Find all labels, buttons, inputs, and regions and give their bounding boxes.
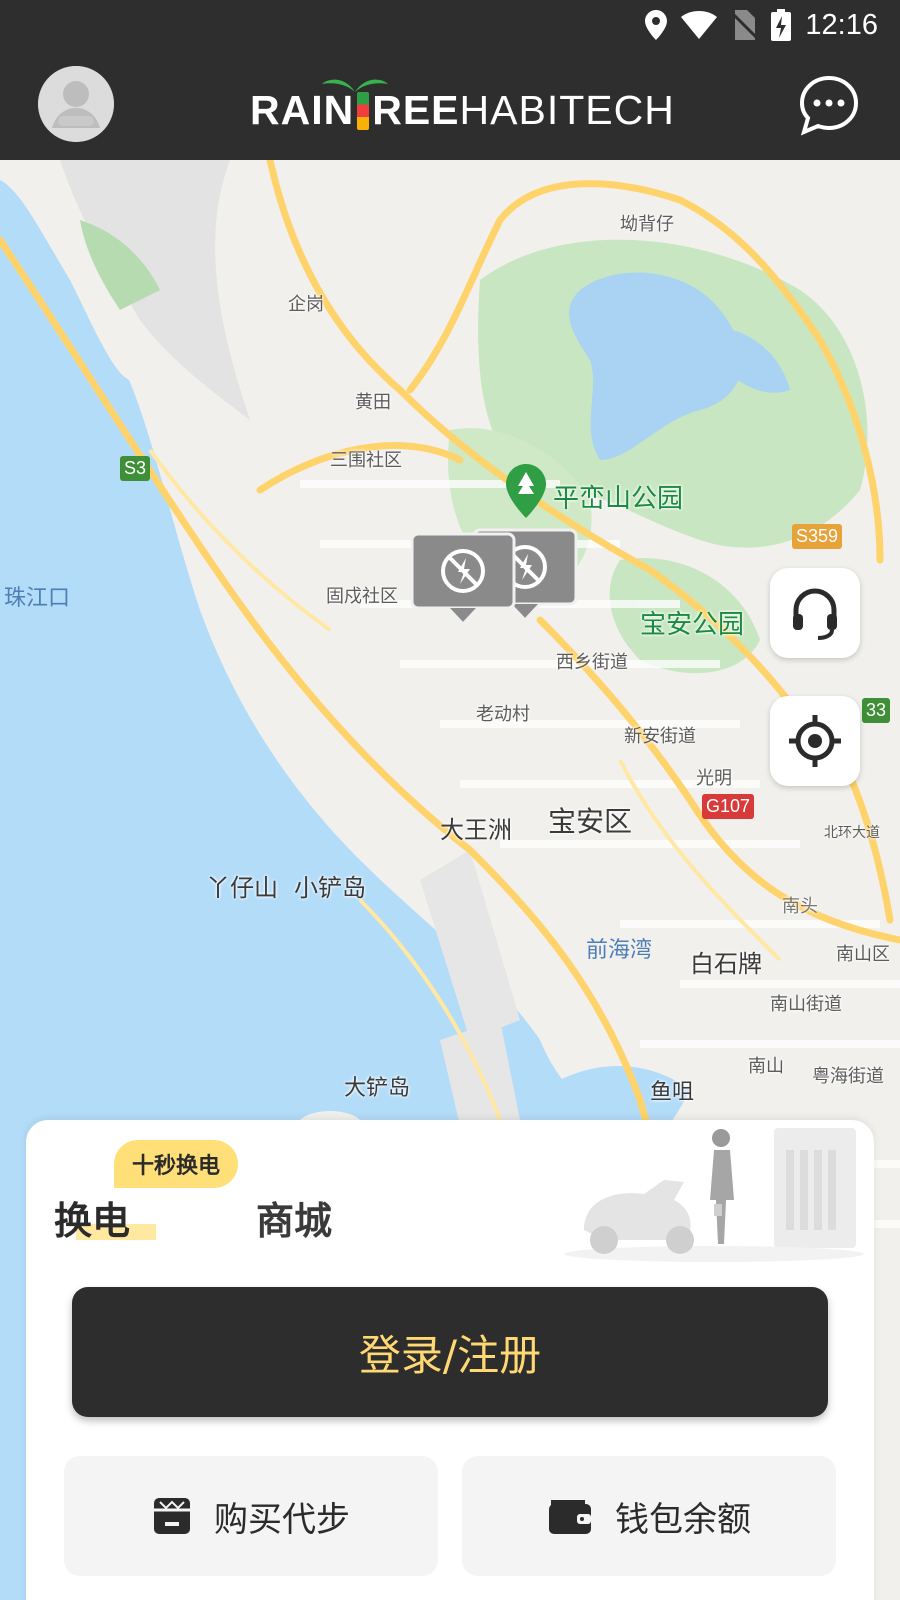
tab-battery-swap[interactable]: 换电: [54, 1190, 130, 1245]
wifi-icon: [681, 11, 718, 39]
wallet-balance-button[interactable]: 钱包余额: [462, 1456, 836, 1576]
road-badge: S359: [792, 524, 843, 549]
map-label: 前海湾: [586, 938, 653, 963]
avatar-icon: [38, 66, 114, 142]
locate-me-button[interactable]: [770, 696, 860, 786]
tab-mall[interactable]: 商城: [256, 1190, 332, 1245]
scooter-illustration: [564, 1128, 864, 1262]
no-sim-icon: [731, 10, 758, 40]
app-screen: 12:16 RAIN REE HABITECH 坳背仔 企岗 黄田 三围社区 平…: [0, 0, 900, 1600]
map-label: 南山: [748, 1056, 784, 1077]
map-label: 南山区: [836, 944, 890, 965]
map-label: 白石牌: [690, 950, 762, 978]
station-pin-icon: [410, 532, 516, 626]
map-label: 粤海街道: [812, 1066, 884, 1087]
station-pin[interactable]: [408, 530, 518, 626]
map-label: 大王洲: [440, 816, 512, 844]
map-label: 固戍社区: [326, 586, 398, 607]
login-register-button[interactable]: 登录/注册: [72, 1287, 828, 1417]
buy-scooter-label: 购买代步: [214, 1499, 350, 1540]
road-badge: 33: [862, 698, 891, 723]
map-label: 南山街道: [770, 994, 842, 1015]
map-label: 大铲岛: [344, 1076, 411, 1101]
map-label: 南头: [782, 896, 818, 917]
crosshair-icon: [789, 715, 841, 767]
brand-part-3: HABITECH: [459, 87, 675, 133]
avatar[interactable]: [38, 66, 114, 142]
status-time: 12:16: [805, 8, 878, 41]
brand-part-1: RAIN: [250, 87, 355, 133]
map-label: 小铲岛: [294, 874, 366, 902]
promo-badge: 十秒换电: [114, 1140, 239, 1188]
brand-part-2: REE: [372, 87, 460, 133]
battery-charging-icon: [771, 9, 792, 41]
map-label: 坳背仔: [620, 214, 674, 235]
leaf-icon: [322, 79, 388, 92]
wallet-balance-label: 钱包余额: [615, 1499, 751, 1540]
tab-battery-swap-label: 换电: [54, 1199, 131, 1243]
map-label: 三围社区: [330, 450, 402, 471]
top-bar: RAIN REE HABITECH: [0, 50, 900, 160]
road-badge: G107: [702, 794, 755, 819]
brand-logo: RAIN REE HABITECH: [250, 78, 675, 134]
map-label: 光明: [696, 768, 732, 789]
map-label: 平峦山公园: [553, 484, 684, 514]
map-label: 新安街道: [624, 726, 696, 747]
customer-service-button[interactable]: [770, 568, 860, 658]
wallet-icon: [549, 1500, 591, 1534]
map-label: 老动村: [476, 704, 530, 725]
buy-scooter-button[interactable]: 购买代步: [64, 1456, 438, 1576]
map-label: 丫仔山: [206, 874, 278, 902]
headset-icon: [793, 588, 837, 640]
status-icons: 12:16: [645, 8, 878, 42]
location-icon: [645, 10, 668, 40]
bottom-sheet: 十秒换电 换电 商城 登录/注册 购买代步 钱包余额: [26, 1120, 874, 1600]
map-label: 宝安区: [548, 805, 633, 838]
map-label: 宝安公园: [640, 610, 745, 640]
brand-battery-icon: [357, 92, 370, 130]
map-label: 珠江口: [4, 586, 71, 611]
map-label: 企岗: [288, 294, 324, 315]
chat-bubble-icon: [799, 75, 859, 136]
message-button[interactable]: [798, 74, 860, 136]
map-label: 北环大道: [824, 825, 880, 841]
tab-mall-label: 商城: [256, 1199, 333, 1243]
map-label: 西乡街道: [556, 652, 628, 673]
road-badge: S3: [120, 456, 151, 481]
status-bar: 12:16: [0, 0, 900, 50]
map-label: 黄田: [355, 392, 391, 413]
store-icon: [154, 1498, 190, 1534]
park-pin-icon: [506, 464, 546, 518]
map-label: 鱼咀: [650, 1080, 695, 1105]
